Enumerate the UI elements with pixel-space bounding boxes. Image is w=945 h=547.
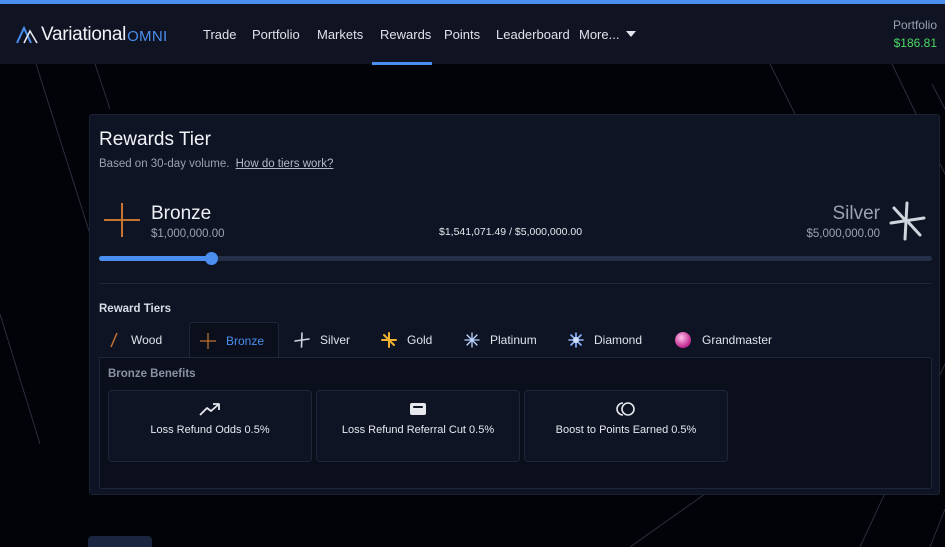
gold-star-icon — [381, 332, 397, 348]
logo-text: Variational — [41, 24, 127, 45]
tab-silver[interactable]: Silver — [294, 322, 368, 358]
rewards-tier-panel: Rewards Tier Based on 30-day volume. How… — [89, 114, 940, 495]
next-tier-volume: $5,000,000.00 — [806, 228, 880, 240]
platinum-burst-icon — [464, 332, 480, 348]
benefit-label: Boost to Points Earned 0.5% — [555, 424, 697, 436]
nav-markets[interactable]: Markets — [317, 27, 363, 42]
logo[interactable]: Variational OMNI — [16, 24, 167, 46]
benefit-card: Loss Refund Odds 0.5% — [108, 390, 312, 462]
tab-label: Grandmaster — [702, 333, 773, 347]
tab-wood[interactable]: Wood — [107, 322, 191, 358]
tab-label: Gold — [407, 333, 433, 347]
benefits-box: Bronze Benefits Loss Refund Odds 0.5% Lo… — [99, 357, 932, 489]
benefit-label: Loss Refund Odds 0.5% — [150, 424, 270, 436]
trending-up-icon — [199, 403, 220, 416]
tab-label: Bronze — [226, 333, 265, 348]
bronze-cross-icon — [200, 332, 216, 349]
points-coin-icon — [616, 402, 635, 416]
nav-leaderboard[interactable]: Leaderboard — [496, 27, 570, 42]
bottom-tab-active[interactable] — [88, 536, 152, 547]
bronze-cross-icon — [104, 203, 140, 237]
nav-points[interactable]: Points — [444, 27, 480, 42]
silver-star-icon — [889, 201, 926, 241]
variational-logo-icon — [16, 26, 38, 44]
tab-diamond[interactable]: Diamond — [568, 322, 658, 358]
tier-progress-text: $1,541,071.49 / $5,000,000.00 — [439, 226, 583, 238]
tab-grandmaster[interactable]: Grandmaster — [674, 322, 784, 358]
next-tier-name: Silver — [832, 203, 880, 224]
portfolio-value: $186.81 — [893, 36, 937, 50]
reward-tiers-label: Reward Tiers — [99, 303, 172, 315]
benefit-label: Loss Refund Referral Cut 0.5% — [341, 424, 495, 436]
grandmaster-orb-icon — [675, 332, 691, 348]
nav-portfolio[interactable]: Portfolio — [252, 27, 300, 42]
current-tier-volume: $1,000,000.00 — [151, 228, 225, 240]
wallet-icon — [410, 403, 426, 415]
tab-label: Wood — [131, 333, 163, 347]
tier-progress-bar — [99, 252, 932, 265]
tier-progress-knob — [205, 252, 218, 265]
chevron-down-icon[interactable] — [626, 31, 636, 37]
tab-bronze[interactable]: Bronze — [189, 322, 279, 358]
page-title: Rewards Tier — [99, 129, 211, 150]
navbar: Variational OMNI Trade Portfolio Markets… — [0, 4, 945, 65]
current-tier-name: Bronze — [151, 203, 212, 224]
logo-subtext: OMNI — [127, 28, 168, 45]
benefit-card: Loss Refund Referral Cut 0.5% — [316, 390, 520, 462]
how-tiers-work-link[interactable]: How do tiers work? — [236, 158, 334, 170]
diamond-burst-icon — [568, 332, 584, 348]
tab-platinum[interactable]: Platinum — [464, 322, 554, 358]
tier-progress-fill — [99, 256, 211, 261]
silver-star-icon — [294, 332, 310, 348]
nav-trade[interactable]: Trade — [203, 27, 236, 42]
rewards-subtitle: Based on 30-day volume. How do tiers wor… — [99, 158, 333, 170]
benefits-title: Bronze Benefits — [108, 368, 196, 380]
benefit-card: Boost to Points Earned 0.5% — [524, 390, 728, 462]
nav-rewards[interactable]: Rewards — [380, 27, 431, 42]
nav-more[interactable]: More... — [579, 27, 619, 42]
portfolio-label: Portfolio — [892, 18, 937, 32]
divider — [99, 283, 932, 284]
wood-slash-icon — [110, 332, 118, 348]
subtitle-text: Based on 30-day volume. — [99, 158, 230, 170]
tab-gold[interactable]: Gold — [381, 322, 451, 358]
tab-label: Diamond — [594, 333, 643, 347]
tab-label: Platinum — [490, 333, 537, 347]
tab-label: Silver — [320, 333, 351, 347]
